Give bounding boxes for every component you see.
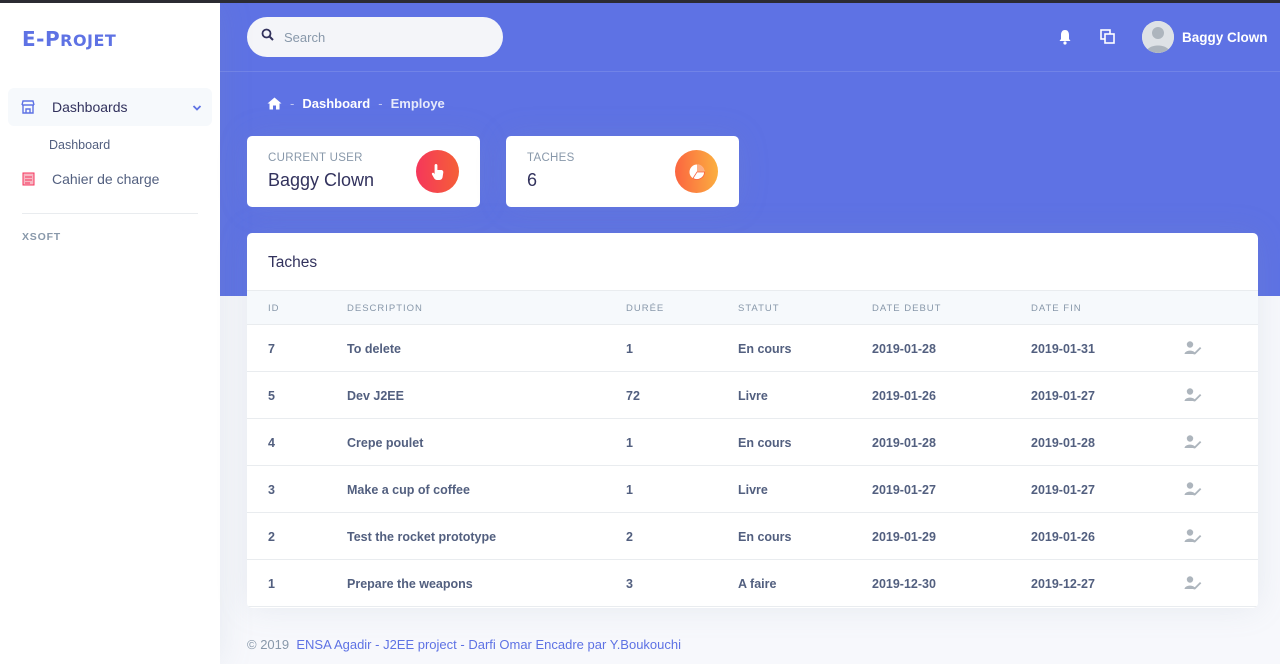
cell-statut: En cours <box>738 342 792 356</box>
edit-user-icon[interactable] <box>1184 340 1202 361</box>
cell-description: Crepe poulet <box>347 436 424 450</box>
column-header-duree: DURÉE <box>626 303 665 314</box>
breadcrumb-separator: - <box>378 96 383 111</box>
user-name: Baggy Clown <box>1182 29 1268 45</box>
cell-date-debut: 2019-01-29 <box>872 530 936 544</box>
cell-description: Make a cup of coffee <box>347 483 470 497</box>
breadcrumb-separator: - <box>290 96 295 111</box>
table-row: 1 Prepare the weapons 3 A faire 2019-12-30 20… <box>247 560 1258 607</box>
cell-date-fin: 2019-01-27 <box>1031 389 1095 403</box>
cell-date-fin: 2019-01-27 <box>1031 483 1095 497</box>
table-row: 3 Make a cup of coffee 1 Livre 2019-01-27 201… <box>247 466 1258 513</box>
edit-user-icon[interactable] <box>1184 528 1202 549</box>
stat-card-current-user: Current user Baggy Clown <box>247 136 480 207</box>
column-header-date-debut: DATE DEBUT <box>872 303 942 314</box>
avatar <box>1142 21 1174 53</box>
column-header-date-fin: DATE FIN <box>1031 303 1082 314</box>
sidebar: E-PROJET Dashboards Dashboard Cahier de … <box>0 3 220 664</box>
cell-id: 3 <box>268 483 275 497</box>
edit-user-icon[interactable] <box>1184 434 1202 455</box>
sidebar-item-dashboards[interactable]: Dashboards <box>8 88 212 126</box>
footer: © 2019 ENSA Agadir - J2EE project - Darf… <box>247 637 681 652</box>
cell-date-debut: 2019-01-27 <box>872 483 936 497</box>
table-row: 2 Test the rocket prototype 2 En cours 2019-… <box>247 513 1258 560</box>
card-title: Taches <box>268 254 318 271</box>
cell-statut: A faire <box>738 577 777 591</box>
pie-chart-icon <box>675 150 718 193</box>
stat-value: 6 <box>527 170 538 190</box>
cell-id: 4 <box>268 436 275 450</box>
cell-statut: Livre <box>738 389 768 403</box>
breadcrumb: - Dashboard - Employe <box>267 96 445 111</box>
tasks-table-card: Taches ID DESCRIPTION DURÉE STATUT DATE … <box>247 233 1258 608</box>
cell-id: 7 <box>268 342 275 356</box>
cell-id: 2 <box>268 530 275 544</box>
column-header-statut: STATUT <box>738 303 780 314</box>
cell-duree: 2 <box>626 530 633 544</box>
cell-date-debut: 2019-01-28 <box>872 436 936 450</box>
cell-date-debut: 2019-12-30 <box>872 577 936 591</box>
cell-description: Test the rocket prototype <box>347 530 497 544</box>
cell-statut: En cours <box>738 436 792 450</box>
cell-id: 1 <box>268 577 275 591</box>
bell-icon[interactable] <box>1058 29 1074 45</box>
cell-duree: 1 <box>626 436 633 450</box>
cell-date-debut: 2019-01-28 <box>872 342 936 356</box>
edit-user-icon[interactable] <box>1184 575 1202 596</box>
footer-copyright: © 2019 <box>247 637 290 652</box>
store-icon <box>20 99 36 115</box>
chevron-down-icon <box>192 100 202 116</box>
cell-description: To delete <box>347 342 401 356</box>
edit-user-icon[interactable] <box>1184 481 1202 502</box>
cell-date-fin: 2019-01-28 <box>1031 436 1095 450</box>
document-icon <box>20 171 36 187</box>
home-icon[interactable] <box>267 97 282 110</box>
cell-id: 5 <box>268 389 275 403</box>
table-row: 5 Dev J2EE 72 Livre 2019-01-26 2019-01-27 <box>247 372 1258 419</box>
window-top-border <box>0 0 1280 3</box>
stat-value: Baggy Clown <box>268 170 375 190</box>
footer-link[interactable]: ENSA Agadir - J2EE project - Darfi Omar … <box>296 637 681 652</box>
table-header: ID DESCRIPTION DURÉE STATUT DATE DEBUT D… <box>247 290 1258 325</box>
column-header-description: DESCRIPTION <box>347 303 423 314</box>
search-input[interactable] <box>284 29 484 45</box>
sidebar-subitem-dashboard[interactable]: Dashboard <box>49 138 110 152</box>
windows-icon[interactable] <box>1100 29 1116 45</box>
sidebar-heading: XSOFT <box>22 231 62 243</box>
breadcrumb-dashboard[interactable]: Dashboard <box>302 96 370 111</box>
brand-logo[interactable]: E-PROJET <box>22 27 116 51</box>
stat-card-taches: Taches 6 <box>506 136 739 207</box>
cell-date-fin: 2019-12-27 <box>1031 577 1095 591</box>
column-header-id: ID <box>268 303 280 314</box>
search-bar[interactable] <box>247 17 503 57</box>
table-row: 4 Crepe poulet 1 En cours 2019-01-28 2019-01-… <box>247 419 1258 466</box>
cell-duree: 72 <box>626 389 640 403</box>
sidebar-divider <box>22 213 198 214</box>
table-row: 7 To delete 1 En cours 2019-01-28 2019-01-31 <box>247 325 1258 372</box>
header-divider <box>220 71 1280 72</box>
search-icon <box>261 28 274 46</box>
cell-date-fin: 2019-01-26 <box>1031 530 1095 544</box>
cell-duree: 1 <box>626 342 633 356</box>
sidebar-item-label: Dashboards <box>52 99 128 115</box>
edit-user-icon[interactable] <box>1184 387 1202 408</box>
cell-date-fin: 2019-01-31 <box>1031 342 1095 356</box>
pointer-hand-icon <box>416 150 459 193</box>
user-menu[interactable]: Baggy Clown <box>1142 21 1268 53</box>
sidebar-item-label: Cahier de charge <box>52 171 160 187</box>
breadcrumb-current: Employe <box>390 96 445 111</box>
cell-statut: En cours <box>738 530 792 544</box>
cell-statut: Livre <box>738 483 768 497</box>
cell-date-debut: 2019-01-26 <box>872 389 936 403</box>
cell-description: Prepare the weapons <box>347 577 473 591</box>
sidebar-item-cahier-de-charge[interactable]: Cahier de charge <box>8 160 212 198</box>
cell-description: Dev J2EE <box>347 389 404 403</box>
cell-duree: 3 <box>626 577 633 591</box>
stat-label: Current user <box>268 152 363 164</box>
cell-duree: 1 <box>626 483 633 497</box>
stat-label: Taches <box>527 152 575 164</box>
